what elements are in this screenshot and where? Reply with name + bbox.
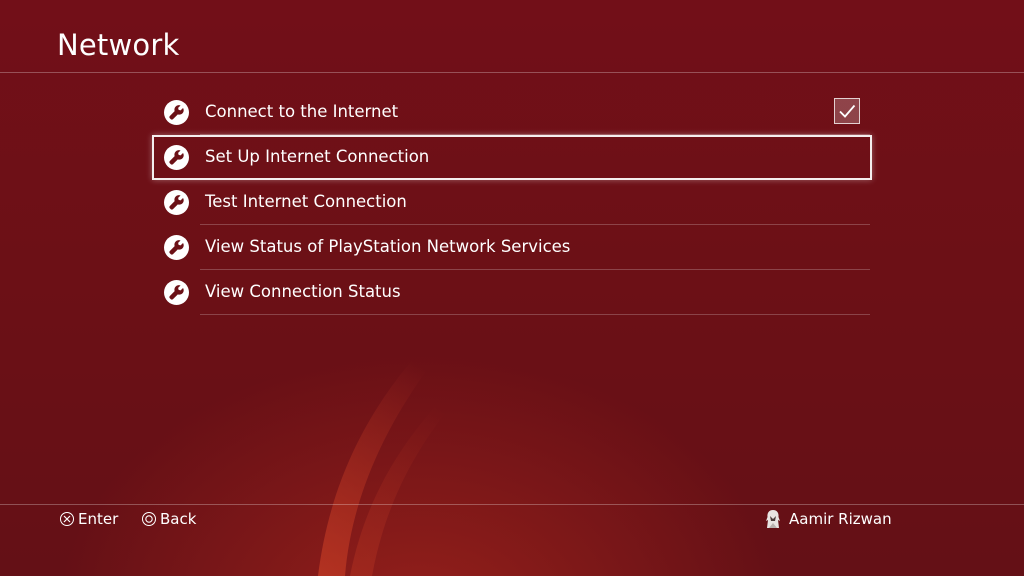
menu-item-connect-to-internet[interactable]: Connect to the Internet [152, 90, 872, 135]
wrench-icon [164, 100, 189, 125]
wrench-icon [164, 235, 189, 260]
menu-item-label: Set Up Internet Connection [205, 147, 430, 166]
enter-label: Enter [78, 510, 119, 528]
menu-item-test-internet-connection[interactable]: Test Internet Connection [152, 180, 872, 225]
menu-item-view-psn-status[interactable]: View Status of PlayStation Network Servi… [152, 225, 872, 270]
cross-button-icon [60, 512, 74, 526]
menu-item-view-connection-status[interactable]: View Connection Status [152, 270, 872, 315]
checkmark-icon [839, 104, 856, 118]
circle-button-icon [142, 512, 156, 526]
menu-item-label: View Status of PlayStation Network Servi… [205, 237, 571, 256]
wrench-icon [164, 190, 189, 215]
footer-divider [0, 504, 1024, 505]
menu-item-label: View Connection Status [205, 282, 401, 301]
network-menu: Connect to the Internet Set Up Internet … [152, 90, 872, 315]
user-name: Aamir Rizwan [789, 510, 892, 528]
menu-item-set-up-internet-connection[interactable]: Set Up Internet Connection [152, 135, 872, 180]
connect-checkbox[interactable] [834, 98, 860, 124]
wrench-icon [164, 280, 189, 305]
back-hint[interactable]: Back [142, 510, 196, 528]
menu-item-label: Test Internet Connection [205, 192, 407, 211]
header-divider [0, 72, 1024, 73]
row-divider [200, 314, 870, 315]
menu-item-label: Connect to the Internet [205, 102, 399, 121]
page-title: Network [57, 28, 180, 62]
enter-hint[interactable]: Enter [60, 510, 118, 528]
back-label: Back [160, 510, 197, 528]
user-profile: Aamir Rizwan [762, 508, 892, 530]
wrench-icon [164, 145, 189, 170]
avatar-icon [766, 510, 780, 528]
